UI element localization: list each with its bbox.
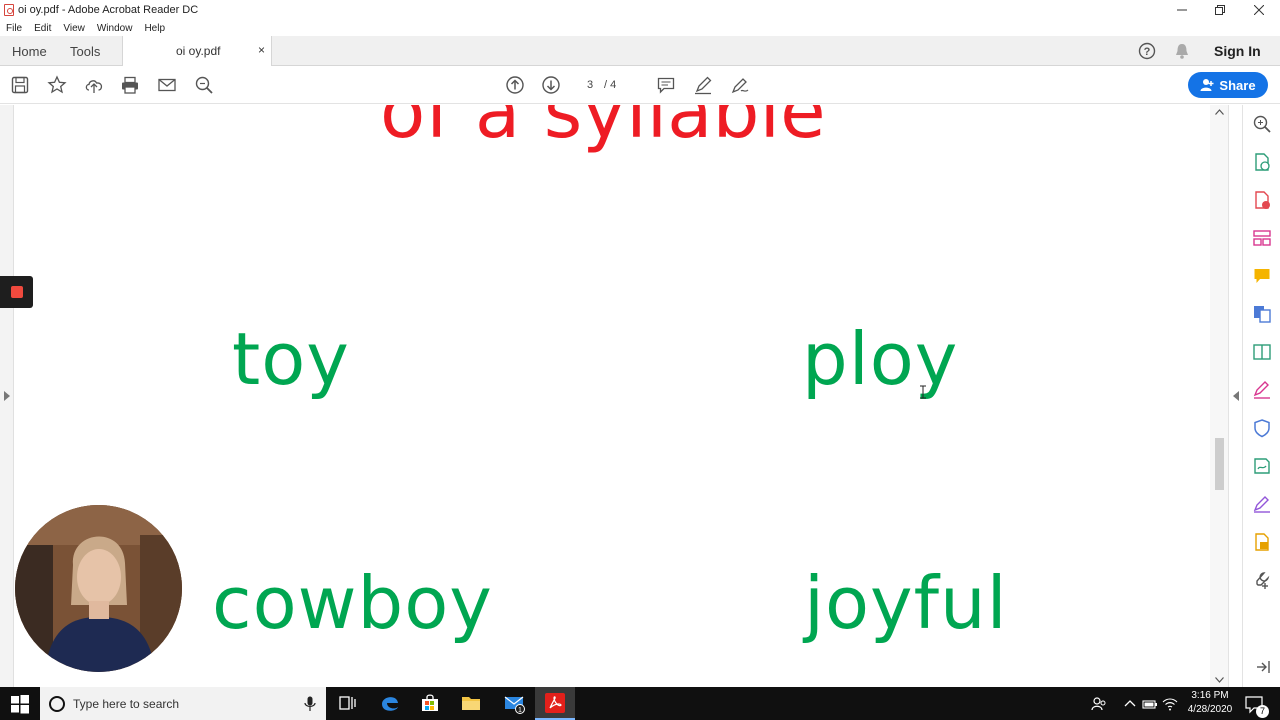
notifications-bell-icon[interactable] xyxy=(1173,42,1191,60)
comment-icon[interactable] xyxy=(656,75,676,95)
print-icon[interactable] xyxy=(120,75,140,95)
window-title: oi oy.pdf - Adobe Acrobat Reader DC xyxy=(18,4,199,16)
wifi-icon[interactable] xyxy=(1162,696,1178,712)
scroll-up-icon[interactable] xyxy=(1215,109,1224,115)
organize-pages-icon[interactable] xyxy=(1252,228,1272,248)
close-window-button[interactable] xyxy=(1239,0,1279,20)
next-page-icon[interactable] xyxy=(541,75,561,95)
cortana-circle-icon xyxy=(49,696,65,712)
presenter-video-image xyxy=(15,505,182,672)
vertical-scrollbar[interactable] xyxy=(1210,105,1228,687)
upload-cloud-icon[interactable] xyxy=(84,75,104,95)
search-placeholder: Type here to search xyxy=(73,696,180,711)
acrobat-taskbar-button[interactable] xyxy=(535,687,575,720)
people-icon[interactable] xyxy=(1090,695,1108,713)
export-pdf-icon[interactable] xyxy=(1252,152,1272,172)
show-hidden-icons-chevron-icon[interactable] xyxy=(1122,696,1138,712)
document-page: of a syllable toy ploy cowboy joyful xyxy=(14,105,1210,687)
menu-window[interactable]: Window xyxy=(97,23,133,34)
menu-view[interactable]: View xyxy=(63,23,85,34)
create-pdf-icon[interactable] xyxy=(1252,190,1272,210)
scrollbar-thumb[interactable] xyxy=(1215,438,1224,490)
word-joyful: joyful xyxy=(804,561,1008,645)
pdf-file-icon xyxy=(4,4,14,16)
taskbar-search-input[interactable]: Type here to search xyxy=(40,687,326,720)
restore-button[interactable] xyxy=(1200,0,1240,20)
title-bar: oi oy.pdf - Adobe Acrobat Reader DC xyxy=(0,0,1280,20)
sign-pen-icon[interactable] xyxy=(730,75,750,95)
collapse-panel-icon[interactable] xyxy=(1252,657,1272,677)
mail-badge: 1 xyxy=(518,707,522,714)
restore-icon xyxy=(1215,5,1225,15)
expand-left-arrow-icon[interactable] xyxy=(4,391,10,401)
word-toy: toy xyxy=(232,317,350,401)
page-total: / 4 xyxy=(604,79,617,91)
tab-document-label: oi oy.pdf xyxy=(176,44,221,58)
tools-pane xyxy=(1242,105,1280,687)
add-person-icon xyxy=(1200,79,1214,91)
toolbar xyxy=(0,66,1280,104)
help-icon[interactable]: ? xyxy=(1138,42,1156,60)
share-button[interactable]: Share xyxy=(1188,72,1268,98)
microphone-icon[interactable] xyxy=(304,696,316,712)
zoom-icon[interactable] xyxy=(1252,114,1272,134)
fill-sign-icon[interactable] xyxy=(1252,380,1272,400)
save-icon[interactable] xyxy=(10,75,30,95)
clock-time: 3:16 PM xyxy=(1191,690,1229,701)
clock-date: 4/28/2020 xyxy=(1187,704,1233,715)
email-icon[interactable] xyxy=(157,75,177,95)
comment-tool-icon[interactable] xyxy=(1252,266,1272,286)
zoom-search-icon[interactable] xyxy=(194,75,214,95)
system-clock[interactable]: 3:16 PM 4/28/2020 xyxy=(1180,689,1240,717)
notification-count-badge: 7 xyxy=(1256,705,1269,718)
battery-icon[interactable] xyxy=(1142,696,1158,712)
left-panel-collapsed[interactable] xyxy=(0,105,14,687)
mail-icon[interactable]: 1 xyxy=(503,692,525,714)
word-cowboy: cowboy xyxy=(212,561,493,645)
file-explorer-icon[interactable] xyxy=(460,692,482,714)
minimize-button[interactable] xyxy=(1162,0,1202,20)
word-ploy: ploy xyxy=(802,317,959,401)
menu-edit[interactable]: Edit xyxy=(34,23,51,34)
webcam-overlay xyxy=(15,505,182,672)
store-icon[interactable] xyxy=(419,692,441,714)
tab-home[interactable]: Home xyxy=(12,36,47,66)
edit-pdf-icon[interactable] xyxy=(1252,342,1272,362)
menu-help[interactable]: Help xyxy=(144,23,165,34)
menu-file[interactable]: File xyxy=(6,23,22,34)
minimize-icon xyxy=(1177,9,1187,11)
sign-in-link[interactable]: Sign In xyxy=(1214,43,1261,59)
menu-bar: File Edit View Window Help xyxy=(0,20,1280,36)
tab-close-icon[interactable]: × xyxy=(258,43,265,57)
edge-browser-icon[interactable] xyxy=(379,692,401,714)
combine-files-icon[interactable] xyxy=(1252,304,1272,324)
close-icon xyxy=(1254,5,1264,15)
more-tools-icon[interactable] xyxy=(1252,570,1272,590)
right-panel-toggle[interactable] xyxy=(1228,105,1242,687)
scroll-down-icon[interactable] xyxy=(1215,677,1224,683)
windows-start-icon[interactable] xyxy=(10,694,30,714)
send-for-signature-icon[interactable] xyxy=(1252,456,1272,476)
svg-text:?: ? xyxy=(1144,46,1151,58)
stop-recording-button[interactable] xyxy=(0,276,33,308)
acrobat-icon xyxy=(545,693,565,713)
task-view-icon[interactable] xyxy=(336,692,358,714)
highlight-pen-icon[interactable] xyxy=(693,75,713,95)
prepare-form-icon[interactable] xyxy=(1252,494,1272,514)
tab-document[interactable]: oi oy.pdf × xyxy=(122,36,272,67)
page-heading: of a syllable xyxy=(380,105,826,155)
tab-tools[interactable]: Tools xyxy=(70,36,100,66)
page-number-input[interactable]: 3 xyxy=(578,76,602,94)
stop-icon xyxy=(11,286,23,298)
scan-document-icon[interactable] xyxy=(1252,532,1272,552)
previous-page-icon[interactable] xyxy=(505,75,525,95)
share-label: Share xyxy=(1219,77,1256,93)
protect-shield-icon[interactable] xyxy=(1252,418,1272,438)
tab-bar: Home Tools oi oy.pdf × ? Sign In xyxy=(0,36,1280,67)
text-cursor-icon xyxy=(920,385,926,399)
bookmark-star-icon[interactable] xyxy=(47,75,67,95)
collapse-right-arrow-icon[interactable] xyxy=(1233,391,1239,401)
